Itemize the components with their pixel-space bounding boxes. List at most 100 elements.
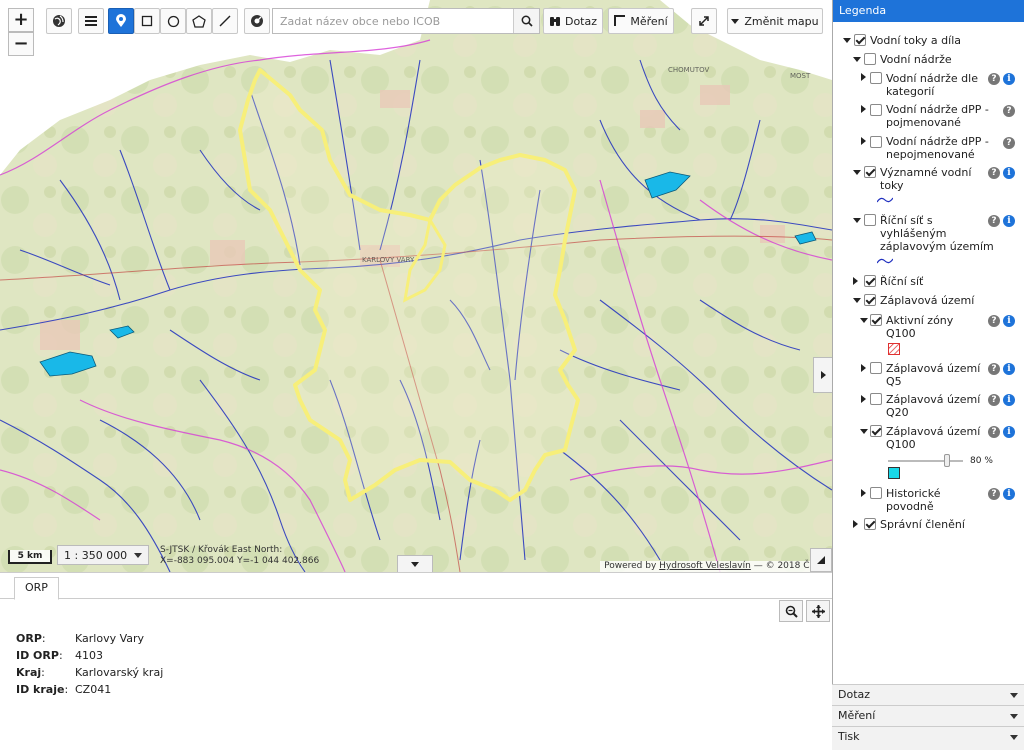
checkbox-historic[interactable] (870, 487, 882, 499)
credit-link[interactable]: Hydrosoft Veleslavín (659, 561, 751, 571)
help-icon[interactable]: ? (988, 426, 1000, 438)
scale-bar: 5 km (8, 550, 52, 564)
expand-arrow-icon[interactable] (861, 73, 866, 81)
checkbox-root[interactable] (854, 34, 866, 46)
change-map-button[interactable]: Změnit mapu (727, 8, 823, 34)
corner-arrow-icon (817, 556, 825, 564)
attribute-value: CZ041 (75, 683, 112, 696)
locate-button[interactable] (244, 8, 270, 34)
point-tool-button[interactable] (108, 8, 134, 34)
expand-arrow-icon[interactable] (861, 395, 866, 403)
river-symbol-icon (877, 258, 893, 264)
toggle-bottom-panel-button[interactable] (397, 555, 433, 572)
help-icon[interactable]: ? (988, 315, 1000, 327)
map-view[interactable]: KARLOVY VARY CHOMUTOV MOST + − Zadat náz… (0, 0, 832, 572)
checkbox-q100[interactable] (870, 425, 882, 437)
checkbox-active-zones[interactable] (870, 314, 882, 326)
map-canvas[interactable]: KARLOVY VARY CHOMUTOV MOST (0, 0, 832, 572)
binoculars-icon (549, 17, 560, 26)
chevron-right-icon (820, 371, 826, 379)
expand-arrow-icon[interactable] (860, 318, 868, 323)
accordion-print-label: Tisk (838, 730, 860, 743)
tab-orp[interactable]: ORP (14, 577, 59, 600)
zoom-out-button[interactable]: − (8, 32, 34, 56)
expand-arrow-icon[interactable] (853, 277, 858, 285)
checkbox-q20[interactable] (870, 393, 882, 405)
help-icon[interactable]: ? (1003, 105, 1015, 117)
menu-button[interactable] (78, 8, 104, 34)
legend-flood-network-label: Říční síť s vyhlášeným záplavovým územím (880, 214, 994, 253)
checkbox-res-category[interactable] (870, 72, 882, 84)
rectangle-icon (141, 15, 153, 27)
overview-map-button[interactable] (810, 548, 832, 572)
search-icon (521, 15, 533, 27)
help-icon[interactable]: ? (988, 363, 1000, 375)
expand-arrow-icon[interactable] (861, 489, 866, 497)
rectangle-tool-button[interactable] (134, 8, 160, 34)
accordion-query[interactable]: Dotaz (832, 684, 1024, 705)
checkbox-q5[interactable] (870, 362, 882, 374)
scale-select[interactable]: 1 : 350 000 (57, 545, 149, 565)
center-feature-button[interactable] (806, 600, 830, 622)
expand-arrow-icon[interactable] (853, 298, 861, 303)
checkbox-reservoirs[interactable] (864, 53, 876, 65)
info-icon[interactable]: i (1003, 315, 1015, 327)
checkbox-flood-network[interactable] (864, 214, 876, 226)
info-icon[interactable]: i (1003, 73, 1015, 85)
fullscreen-button[interactable] (691, 8, 717, 34)
circle-tool-button[interactable] (160, 8, 186, 34)
attribute-value: Karlovy Vary (75, 632, 145, 645)
info-icon[interactable]: i (1003, 363, 1015, 375)
checkbox-admin[interactable] (864, 518, 876, 530)
expand-arrow-icon[interactable] (861, 364, 866, 372)
legend-river-network-label: Říční síť (880, 275, 924, 288)
expand-arrow-icon[interactable] (853, 520, 858, 528)
toggle-legend-button[interactable] (813, 357, 832, 393)
help-icon[interactable]: ? (988, 215, 1000, 227)
crosshair-arrows-icon (811, 604, 825, 618)
zoom-in-button[interactable]: + (8, 8, 34, 32)
search-button[interactable] (513, 9, 539, 33)
pin-icon (116, 14, 126, 27)
gauge-icon (251, 15, 263, 27)
info-icon[interactable]: i (1003, 488, 1015, 500)
search-input[interactable] (273, 9, 513, 33)
polygon-tool-button[interactable] (186, 8, 212, 34)
checkbox-river-network[interactable] (864, 275, 876, 287)
query-button[interactable]: Dotaz (543, 8, 603, 34)
help-icon[interactable]: ? (988, 167, 1000, 179)
expand-arrow-icon[interactable] (860, 429, 868, 434)
checkbox-significant-rivers[interactable] (864, 166, 876, 178)
help-icon[interactable]: ? (1003, 137, 1015, 149)
info-icon[interactable]: i (1003, 167, 1015, 179)
info-icon[interactable]: i (1003, 426, 1015, 438)
checkbox-res-unnamed[interactable] (870, 136, 882, 148)
help-icon[interactable]: ? (988, 488, 1000, 500)
accordion-measure[interactable]: Měření (832, 705, 1024, 726)
measure-button[interactable]: Měření (608, 8, 674, 34)
info-icon[interactable]: i (1003, 215, 1015, 227)
q100-color-swatch (888, 467, 900, 479)
accordion-print[interactable]: Tisk (832, 726, 1024, 750)
line-tool-button[interactable] (212, 8, 238, 34)
expand-arrow-icon[interactable] (853, 170, 861, 175)
expand-icon (699, 16, 709, 26)
attribute-row: ID kraje: CZ041 (16, 683, 163, 700)
expand-arrow-icon[interactable] (853, 57, 861, 62)
layers-globe-button[interactable] (46, 8, 72, 34)
legend-reservoirs-label: Vodní nádrže (880, 53, 952, 66)
help-icon[interactable]: ? (988, 394, 1000, 406)
expand-arrow-icon[interactable] (853, 218, 861, 223)
zoom-to-feature-button[interactable] (779, 600, 803, 622)
opacity-slider-track[interactable] (888, 460, 963, 462)
expand-arrow-icon[interactable] (843, 38, 851, 43)
checkbox-flood-zones[interactable] (864, 294, 876, 306)
info-icon[interactable]: i (1003, 394, 1015, 406)
checkbox-res-named[interactable] (870, 104, 882, 116)
expand-arrow-icon[interactable] (861, 137, 866, 145)
help-icon[interactable]: ? (988, 73, 1000, 85)
expand-arrow-icon[interactable] (861, 105, 866, 113)
opacity-slider-handle[interactable] (944, 454, 950, 467)
legend-title: Legenda (833, 0, 1024, 22)
chevron-down-icon (1010, 735, 1018, 740)
